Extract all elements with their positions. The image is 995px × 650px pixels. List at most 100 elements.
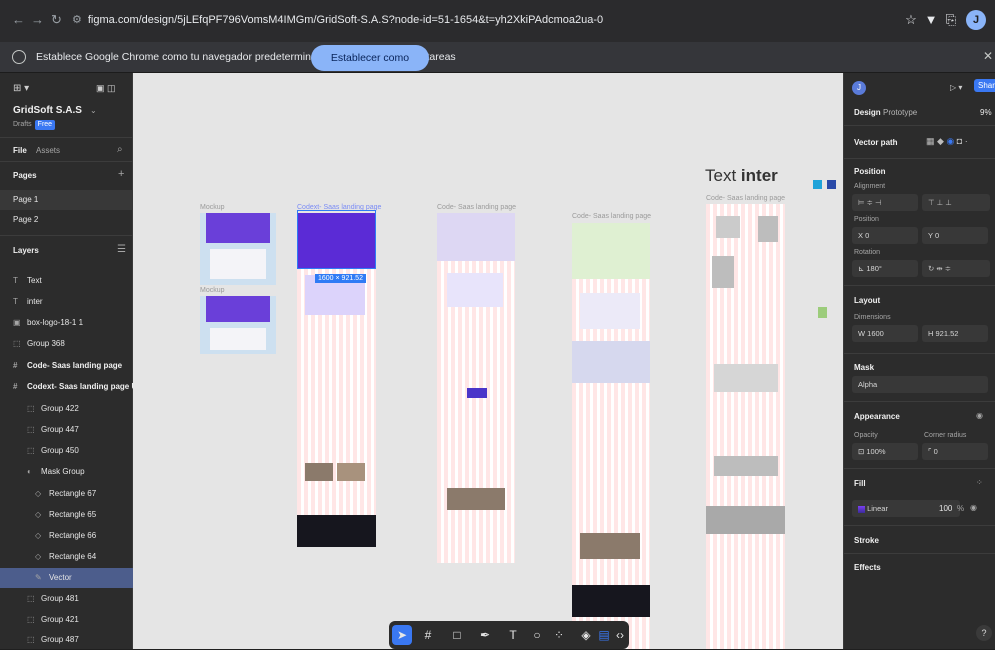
user-avatar[interactable]: J bbox=[852, 81, 866, 95]
figma-menu-icon[interactable]: ⊞ ▾ bbox=[13, 83, 29, 94]
y-field[interactable]: Y 0 bbox=[922, 227, 988, 244]
reload-icon[interactable]: ↻ bbox=[51, 12, 62, 28]
code-icon[interactable]: ‹› bbox=[610, 625, 630, 645]
gradient-swatch[interactable] bbox=[858, 505, 865, 513]
align-vertical-group[interactable]: ⊤ ⊥ ⊥ bbox=[922, 194, 990, 211]
color-chip[interactable] bbox=[827, 180, 836, 189]
bookmark-star-icon[interactable]: ☆ bbox=[900, 9, 922, 31]
rectangle-icon: ◇ bbox=[35, 531, 42, 540]
pen-tool-icon[interactable]: ✒ bbox=[475, 625, 495, 645]
site-settings-icon[interactable]: ⚙ bbox=[72, 14, 82, 26]
help-button[interactable]: ? bbox=[976, 625, 992, 641]
search-icon[interactable]: ⌕ bbox=[117, 144, 123, 155]
layer-row[interactable]: ◇ Rectangle 64 bbox=[0, 547, 133, 567]
tab-assets[interactable]: Assets bbox=[36, 146, 60, 155]
layer-row[interactable]: ⬚ Group 450 bbox=[0, 441, 133, 461]
tab-file[interactable]: File bbox=[13, 146, 27, 155]
opacity-field[interactable]: ⊡ 100% bbox=[852, 443, 918, 460]
height-field[interactable]: H 921.52 bbox=[922, 325, 988, 342]
mask-title: Mask bbox=[854, 363, 875, 372]
dev-mode-icon[interactable]: ◈ bbox=[576, 625, 596, 645]
frame-label: Mockup bbox=[200, 204, 225, 211]
forward-icon[interactable]: → bbox=[31, 12, 44, 28]
mask-type-select[interactable]: Alpha bbox=[852, 376, 988, 393]
layer-label: Text bbox=[27, 276, 42, 285]
layer-row[interactable]: ◇ Rectangle 65 bbox=[0, 505, 133, 525]
canvas-toolbar: ➤ # □ ✒ T ○ ⁘ ◈ ▤ ‹› bbox=[389, 621, 629, 649]
share-button[interactable]: Share bbox=[974, 79, 995, 92]
image-icon: ▣ bbox=[13, 318, 21, 327]
back-icon[interactable]: ← bbox=[12, 12, 25, 28]
visibility-eye-icon[interactable]: ◉ bbox=[976, 411, 983, 420]
rectangle-tool-icon[interactable]: □ bbox=[447, 625, 467, 645]
browser-toolbar: ← → ↻ ⚙ figma.com/design/5jLEfqPF796VomsM… bbox=[0, 0, 995, 42]
close-icon[interactable]: ✕ bbox=[983, 49, 993, 63]
collapse-layers-icon[interactable]: ☰ bbox=[117, 244, 126, 255]
landing-frame-3[interactable] bbox=[572, 223, 650, 649]
x-field[interactable]: X 0 bbox=[852, 227, 918, 244]
present-icon[interactable]: ▷ ▾ bbox=[950, 83, 962, 92]
appearance-title: Appearance bbox=[854, 412, 900, 421]
extension-icon[interactable]: ▼ bbox=[920, 9, 942, 31]
corner-radius-field[interactable]: ⌜ 0 bbox=[922, 443, 988, 460]
fill-opacity[interactable]: 100 bbox=[939, 504, 952, 513]
layer-row[interactable]: ⬚ Group 487 bbox=[0, 630, 133, 650]
corner-value: 0 bbox=[933, 447, 938, 456]
text-layer[interactable]: Text inter bbox=[705, 166, 778, 186]
landing-frame-4[interactable] bbox=[706, 204, 785, 649]
boolean-icons[interactable]: ▦ ◆ ◉ ◘ · bbox=[926, 136, 968, 147]
page-item-1[interactable]: Page 1 bbox=[0, 190, 133, 210]
zoom-level[interactable]: 9% bbox=[980, 108, 992, 117]
layer-row[interactable]: # Codext- Saas landing page UI Design bbox=[0, 377, 133, 397]
layer-label: Rectangle 65 bbox=[49, 510, 97, 519]
layer-row[interactable]: ◇ Rectangle 66 bbox=[0, 526, 133, 546]
layer-row[interactable]: ⬚ Group 421 bbox=[0, 610, 133, 630]
profile-avatar[interactable]: J bbox=[966, 10, 986, 30]
selection-box[interactable] bbox=[297, 210, 376, 269]
text-icon: T bbox=[13, 297, 18, 306]
text-tool-icon[interactable]: T bbox=[503, 625, 523, 645]
frame-tool-icon[interactable]: # bbox=[418, 625, 438, 645]
align-horizontal-group[interactable]: ⊨ ≑ ⊣ bbox=[852, 194, 918, 211]
eye-icon[interactable]: ◉ bbox=[970, 503, 977, 512]
layer-row[interactable]: # Code- Saas landing page bbox=[0, 356, 133, 376]
mockup-frame[interactable] bbox=[200, 296, 276, 354]
set-default-button[interactable]: Establecer como predeterminado bbox=[311, 45, 429, 90]
width-field[interactable]: W 1600 bbox=[852, 325, 918, 342]
color-chip[interactable] bbox=[813, 180, 822, 189]
download-icon[interactable]: ⎘ bbox=[940, 9, 962, 31]
page-item-2[interactable]: Page 2 bbox=[0, 210, 133, 230]
layer-row[interactable]: ⬚ Group 422 bbox=[0, 399, 133, 419]
layout-toggle-icon[interactable]: ▣ ◫ bbox=[96, 83, 116, 94]
layer-row[interactable]: ⬚ Group 481 bbox=[0, 589, 133, 609]
project-name[interactable]: GridSoft S.A.S bbox=[13, 105, 82, 116]
layer-row[interactable]: ⬚ Group 368 bbox=[0, 334, 133, 354]
frame-icon: # bbox=[13, 382, 18, 391]
landing-frame-2[interactable] bbox=[437, 213, 515, 563]
stroke-title: Stroke bbox=[854, 536, 879, 545]
fill-styles-icon[interactable]: ⁘ bbox=[976, 478, 983, 487]
address-bar[interactable]: ⚙ figma.com/design/5jLEfqPF796VomsM4IMGm/… bbox=[72, 9, 892, 31]
tab-design[interactable]: Design bbox=[854, 108, 881, 117]
layer-row-selected[interactable]: ✎ Vector bbox=[0, 568, 133, 588]
layer-row[interactable]: ▣ box-logo-18-1 1 bbox=[0, 313, 133, 333]
mockup-frame[interactable] bbox=[200, 213, 276, 285]
add-page-icon[interactable]: + bbox=[118, 168, 124, 180]
flip-buttons[interactable]: ↻ ⇹ ≑ bbox=[922, 260, 990, 277]
layer-row[interactable]: T Text bbox=[0, 271, 133, 291]
actions-icon[interactable]: ⁘ bbox=[549, 625, 569, 645]
layer-row[interactable]: Tinter bbox=[0, 292, 133, 312]
corner-radius-label: Corner radius bbox=[924, 432, 967, 439]
plan-badge: Free bbox=[34, 120, 56, 130]
design-canvas[interactable]: Mockup Mockup Codext- Saas landing page … bbox=[133, 73, 843, 649]
comment-tool-icon[interactable]: ○ bbox=[527, 625, 547, 645]
layer-row[interactable]: ⬚ Group 447 bbox=[0, 420, 133, 440]
layer-row[interactable]: ◇ Rectangle 67 bbox=[0, 484, 133, 504]
rotation-field[interactable]: ⊾ 180° bbox=[852, 260, 918, 277]
move-tool-icon[interactable]: ➤ bbox=[392, 625, 412, 645]
rectangle-icon: ◇ bbox=[35, 510, 42, 519]
color-chip[interactable] bbox=[818, 307, 827, 318]
layer-row[interactable]: ◐ Mask Group bbox=[0, 462, 133, 482]
chevron-down-icon[interactable]: ⌄ bbox=[90, 106, 97, 115]
tab-prototype[interactable]: Prototype bbox=[883, 108, 917, 117]
